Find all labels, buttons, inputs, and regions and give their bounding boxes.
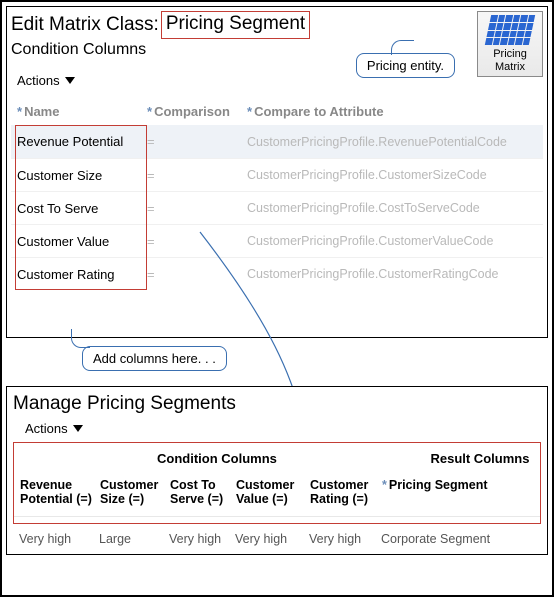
pricing-matrix-badge[interactable]: Pricing Matrix — [477, 11, 543, 77]
col-size: Customer Size (=) — [100, 478, 166, 506]
col-segment: *Pricing Segment — [382, 478, 534, 506]
header-comparison: *Comparison — [147, 104, 247, 119]
cell-attribute: CustomerPricingProfile.CustomerValueCode — [247, 234, 537, 248]
col-revenue: Revenue Potential (=) — [20, 478, 96, 506]
table-row[interactable]: Very high Large Very high Very high Very… — [11, 524, 543, 548]
col-cost: Cost To Serve (=) — [170, 478, 232, 506]
col-rating: Customer Rating (=) — [310, 478, 378, 506]
callout-pricing-entity: Pricing entity. — [356, 53, 455, 78]
cell-comparison: = — [147, 201, 247, 216]
group-result: Result Columns — [420, 451, 540, 466]
manage-segments-panel: Manage Pricing Segments Actions Conditio… — [6, 386, 548, 555]
cell-attribute: CustomerPricingProfile.CustomerSizeCode — [247, 168, 537, 182]
cell: Corporate Segment — [381, 532, 535, 546]
cell-attribute: CustomerPricingProfile.RevenuePotentialC… — [247, 135, 537, 149]
title-highlight: Pricing Segment — [161, 11, 310, 39]
callout-add-columns: Add columns here. . . — [82, 346, 227, 371]
chevron-down-icon — [73, 425, 83, 432]
bottom-title: Manage Pricing Segments — [11, 391, 543, 415]
group-condition: Condition Columns — [14, 451, 420, 466]
cell-comparison: = — [147, 234, 247, 249]
columns-header: Revenue Potential (=) Customer Size (=) … — [14, 474, 540, 517]
actions-label: Actions — [25, 421, 68, 436]
header-compare-attr: *Compare to Attribute — [247, 104, 537, 119]
cell-comparison: = — [147, 134, 247, 149]
name-column-highlight — [15, 125, 147, 290]
cell: Very high — [235, 532, 305, 546]
cell: Very high — [19, 532, 95, 546]
columns-header: *Name *Comparison *Compare to Attribute — [11, 98, 543, 125]
grid-icon — [485, 15, 535, 45]
cell-attribute: CustomerPricingProfile.CostToServeCode — [247, 201, 537, 215]
col-value: Customer Value (=) — [236, 478, 306, 506]
title-prefix: Edit Matrix Class: — [11, 14, 161, 36]
chevron-down-icon — [65, 77, 75, 84]
segments-table: Condition Columns Result Columns Revenue… — [13, 442, 541, 524]
actions-label: Actions — [17, 73, 60, 88]
panel-subtitle: Condition Columns — [11, 41, 543, 59]
cell: Very high — [309, 532, 377, 546]
cell: Large — [99, 532, 165, 546]
panel-title: Edit Matrix Class: Pricing Segment — [11, 11, 543, 39]
group-header: Condition Columns Result Columns — [14, 443, 540, 474]
rows-container: Revenue Potential = CustomerPricingProfi… — [11, 125, 543, 290]
actions-menu[interactable]: Actions — [25, 421, 543, 436]
cell: Very high — [169, 532, 231, 546]
actions-menu[interactable]: Actions — [17, 73, 543, 88]
badge-line1: Pricing — [493, 48, 527, 60]
cell-comparison: = — [147, 168, 247, 183]
badge-line2: Matrix — [495, 61, 525, 73]
cell-attribute: CustomerPricingProfile.CustomerRatingCod… — [247, 267, 537, 281]
cell-comparison: = — [147, 267, 247, 282]
header-name: *Name — [17, 104, 147, 119]
edit-matrix-panel: Edit Matrix Class: Pricing Segment Condi… — [6, 6, 548, 338]
